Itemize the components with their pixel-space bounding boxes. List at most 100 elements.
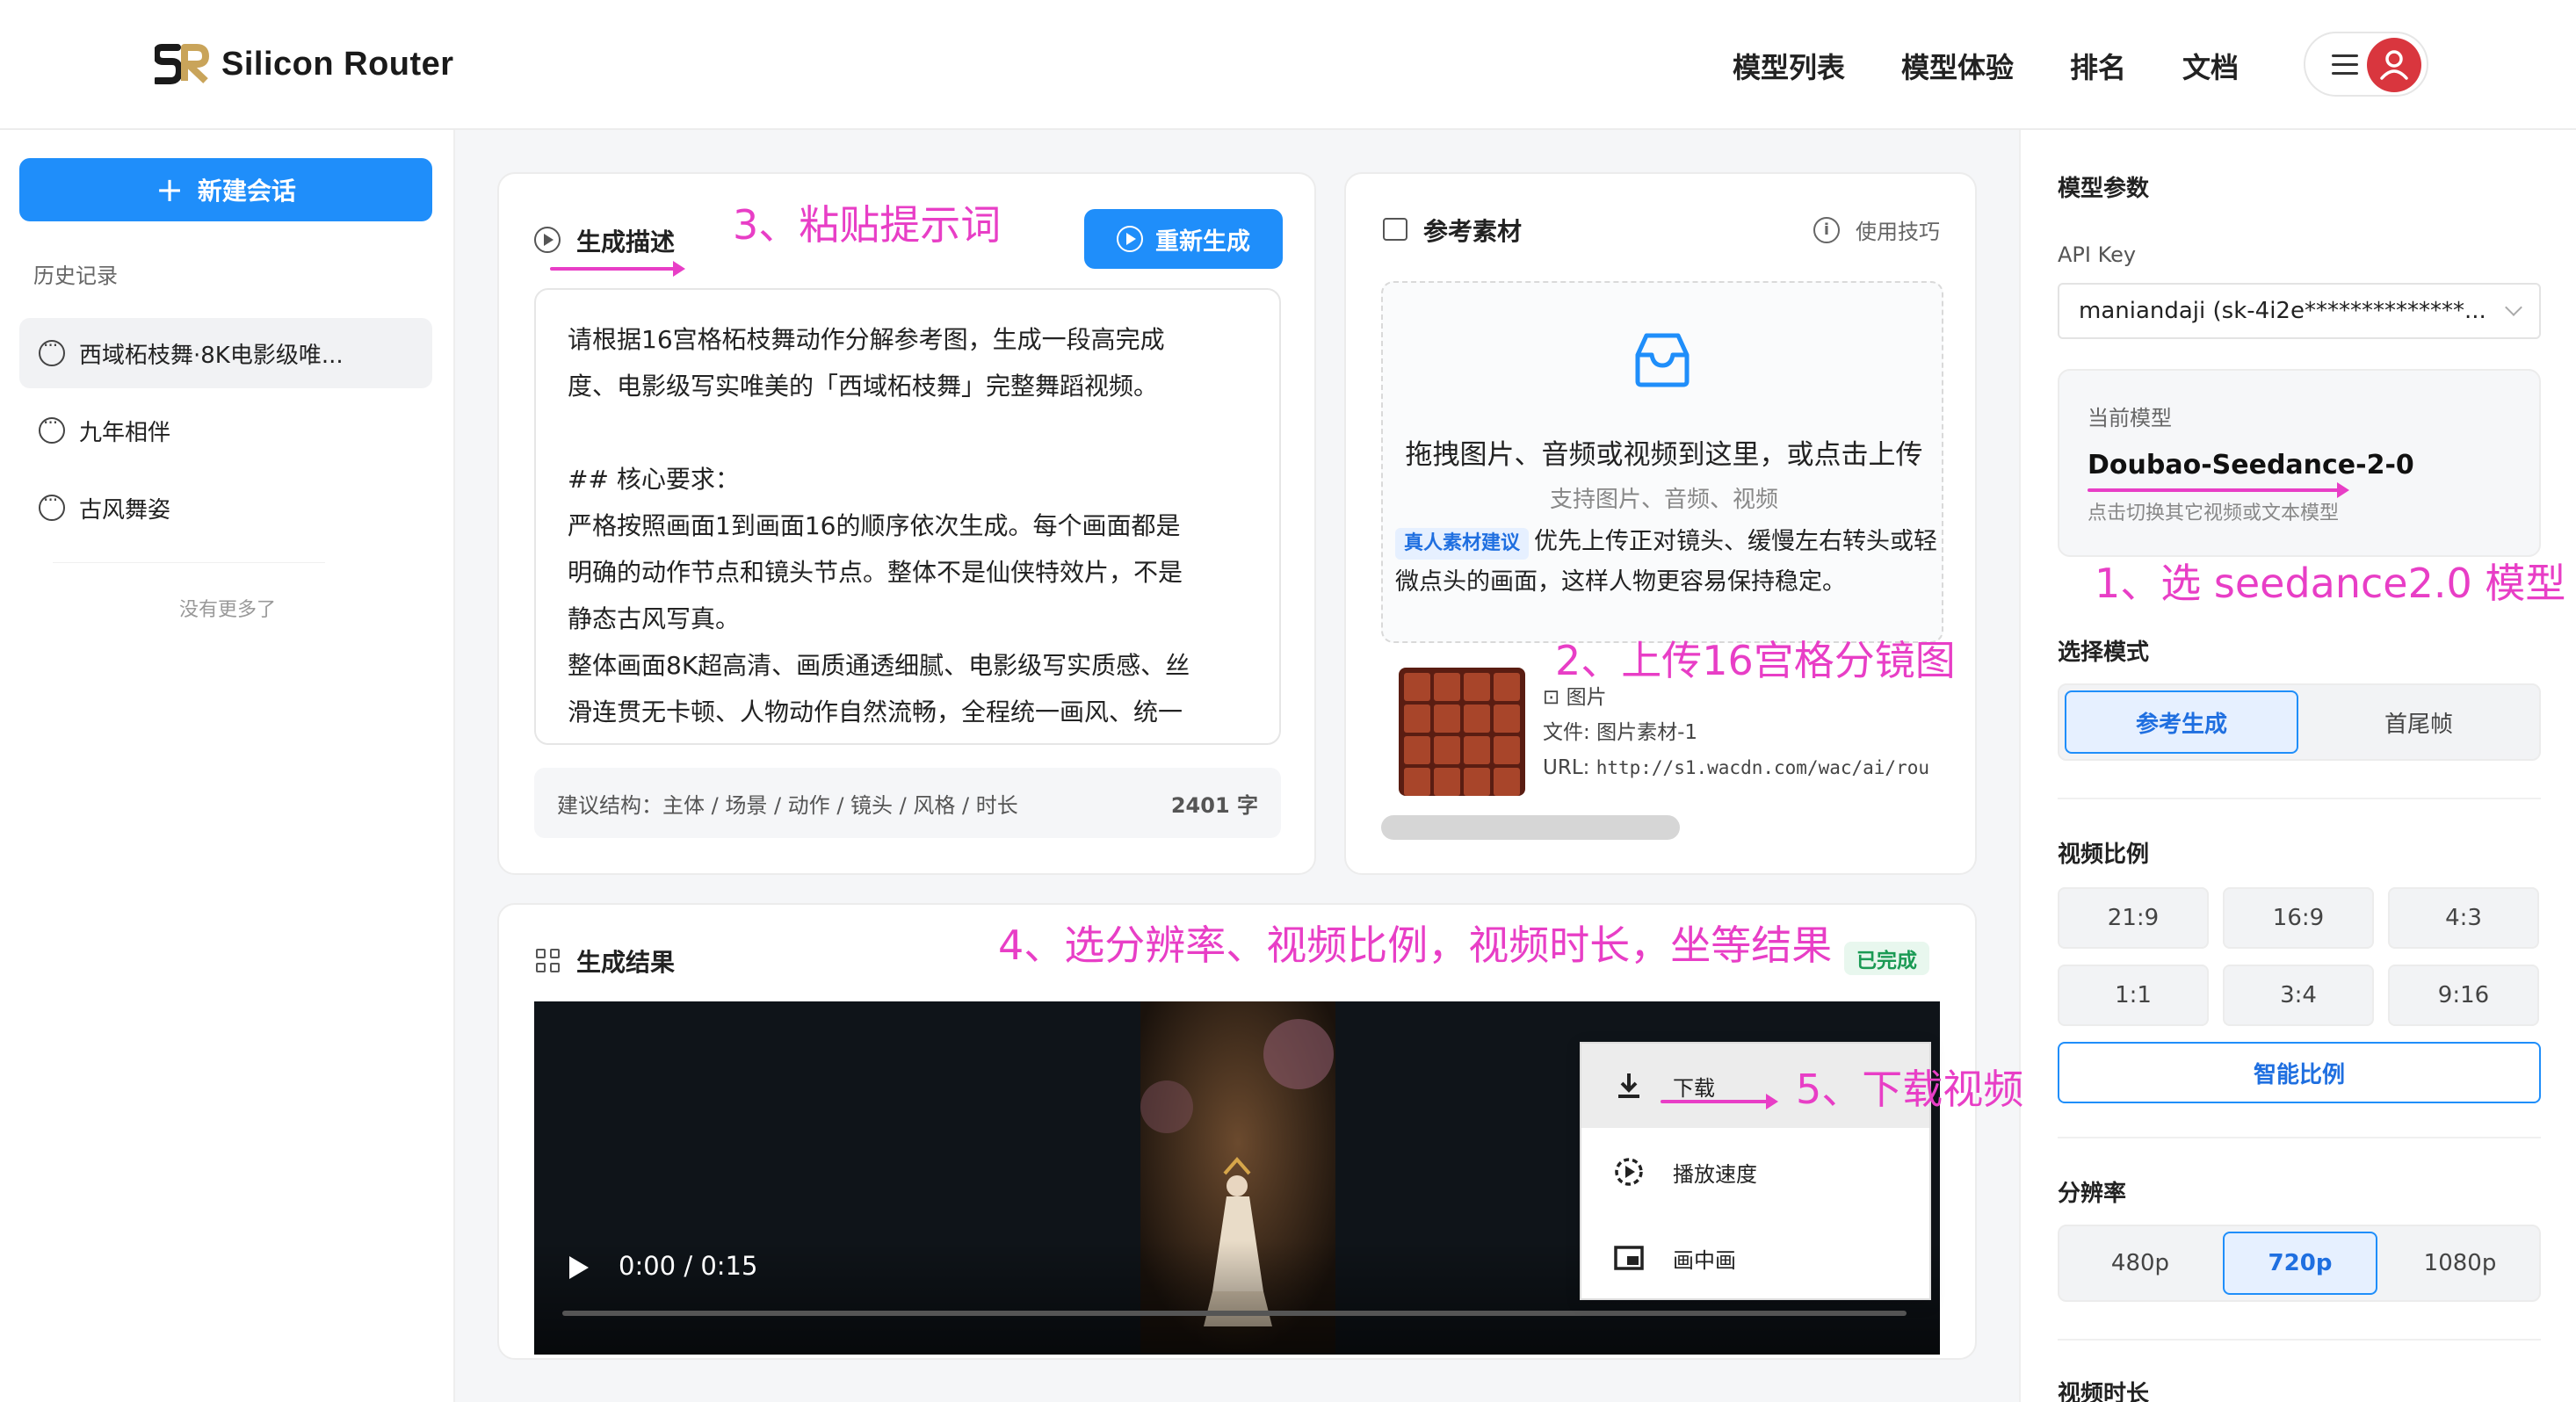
asset-url: http://s1.wacdn.com/wac/ai/rou: [1596, 757, 1929, 778]
duration-label: 视频时长: [2058, 1381, 2150, 1402]
asset-thumbnail: [1399, 668, 1525, 796]
annotation-arrow: [550, 261, 685, 277]
resolution-label: 分辨率: [2058, 1181, 2127, 1207]
history-sidebar: + 新建会话 历史记录 西域柘枝舞·8K电影级唯... 九年相伴 古风舞姿 没有…: [0, 130, 455, 1402]
top-header: Silicon Router 模型列表 模型体验 排名 文档: [0, 0, 2576, 130]
logo-mark-icon: [155, 44, 209, 84]
inbox-icon: [1383, 218, 1407, 241]
chat-bubble-icon: [39, 335, 65, 366]
resolution-480p[interactable]: 480p: [2065, 1232, 2216, 1295]
annotation-step-1: 1、选 seedance2.0 模型: [2095, 560, 2566, 607]
menu-playback-speed[interactable]: 播放速度: [1581, 1130, 1929, 1214]
ratio-option[interactable]: 3:4: [2223, 965, 2374, 1026]
chat-bubble-icon: [39, 412, 65, 444]
chat-bubble-icon: [39, 489, 65, 521]
horizontal-scrollbar[interactable]: [1381, 815, 1943, 840]
nav-docs[interactable]: 文档: [2182, 46, 2239, 86]
api-key-label: API Key: [2058, 242, 2137, 267]
ratio-option[interactable]: 9:16: [2388, 965, 2539, 1026]
info-icon: i: [1813, 216, 1840, 243]
user-menu-button[interactable]: [2304, 32, 2428, 97]
regenerate-button[interactable]: 重新生成: [1084, 209, 1283, 269]
playback-speed-icon: [1615, 1158, 1643, 1186]
description-title: 生成描述: [576, 228, 676, 257]
reference-card: 参考素材 i 使用技巧 拖拽图片、音频或视频到这里，或点击上传 支持图片、音频、…: [1344, 172, 1977, 875]
new-chat-label: 新建会话: [197, 177, 296, 206]
usage-tips-link[interactable]: i 使用技巧: [1813, 214, 1940, 245]
params-title: 模型参数: [2058, 176, 2150, 202]
asset-type: 图片: [1566, 686, 1607, 709]
image-icon: ⊡: [1543, 686, 1560, 709]
history-title: 历史记录: [33, 264, 118, 288]
prompt-text: 请根据16宫格柘枝舞动作分解参考图，生成一段高完成 度、电影级写实唯美的「西域柘…: [568, 325, 1190, 726]
annotation-step-5: 5、下载视频: [1796, 1066, 2024, 1113]
menu-pip-label: 画中画: [1673, 1247, 1736, 1273]
mode-label: 选择模式: [2058, 640, 2150, 666]
regenerate-label: 重新生成: [1155, 228, 1250, 256]
ratio-option[interactable]: 21:9: [2058, 887, 2209, 949]
api-key-select[interactable]: maniandaji (sk-4i2e**************...: [2058, 283, 2541, 339]
history-item-label: 西域柘枝舞·8K电影级唯...: [79, 342, 344, 369]
prompt-footer: 建议结构：主体 / 场景 / 动作 / 镜头 / 风格 / 时长 2401 字: [534, 768, 1281, 838]
divider: [2058, 1137, 2541, 1138]
brand-name: Silicon Router: [221, 45, 454, 83]
file-label: 文件:: [1543, 721, 1590, 744]
scrollbar-thumb[interactable]: [1381, 815, 1680, 840]
switch-model-hint: 点击切换其它视频或文本模型: [2088, 502, 2340, 524]
ratio-label: 视频比例: [2058, 842, 2150, 868]
nav-model-list[interactable]: 模型列表: [1733, 46, 1845, 86]
mode-first-last-frame[interactable]: 首尾帧: [2302, 690, 2536, 754]
description-card: 生成描述 重新生成 请根据16宫格柘枝舞动作分解参考图，生成一段高完成 度、电影…: [497, 172, 1316, 875]
real-person-tag: 真人素材建议: [1395, 528, 1530, 560]
avatar: [2367, 38, 2421, 92]
current-model-label: 当前模型: [2088, 406, 2172, 430]
no-more-text: 没有更多了: [178, 599, 276, 621]
status-badge: 已完成: [1844, 942, 1929, 975]
upload-dropzone[interactable]: 拖拽图片、音频或视频到这里，或点击上传 支持图片、音频、视频 真人素材建议 优先上…: [1381, 281, 1943, 643]
resolution-1080p[interactable]: 1080p: [2384, 1232, 2536, 1295]
hamburger-icon: [2332, 54, 2358, 76]
user-icon: [2380, 50, 2408, 80]
video-time: 0:00 / 0:15: [619, 1251, 758, 1281]
brand-logo[interactable]: Silicon Router: [155, 40, 454, 88]
resolution-selector: 480p 720p 1080p: [2058, 1225, 2541, 1302]
play-icon[interactable]: [569, 1256, 589, 1279]
history-item-label: 古风舞姿: [79, 496, 171, 524]
menu-picture-in-picture[interactable]: 画中画: [1581, 1216, 1929, 1300]
divider: [2058, 1339, 2541, 1341]
prompt-textarea[interactable]: 请根据16宫格柘枝舞动作分解参考图，生成一段高完成 度、电影级写实唯美的「西域柘…: [534, 288, 1281, 745]
mode-reference[interactable]: 参考生成: [2065, 690, 2298, 754]
history-item[interactable]: 古风舞姿: [19, 473, 432, 543]
mode-selector: 参考生成 首尾帧: [2058, 683, 2541, 761]
annotation-arrow: [1661, 1094, 1778, 1109]
history-item-label: 九年相伴: [79, 419, 171, 446]
url-label: URL:: [1543, 756, 1590, 779]
result-title: 生成结果: [576, 948, 676, 977]
nav-ranking[interactable]: 排名: [2070, 46, 2126, 86]
annotation-step-3: 3、粘贴提示词: [733, 201, 1002, 249]
video-progress[interactable]: [562, 1311, 1907, 1316]
smart-ratio-button[interactable]: 智能比例: [2058, 1042, 2541, 1103]
model-params-panel: 模型参数 API Key maniandaji (sk-4i2e********…: [2019, 130, 2576, 1402]
download-icon: [1618, 1073, 1639, 1098]
ratio-option[interactable]: 16:9: [2223, 887, 2374, 949]
api-key-value: maniandaji (sk-4i2e**************...: [2079, 298, 2486, 324]
reference-title: 参考素材: [1423, 217, 1523, 246]
upload-tip: 真人素材建议 优先上传正对镜头、缓慢左右转头或轻微点头的画面，这样人物更容易保持稳…: [1395, 522, 1940, 603]
resolution-720p[interactable]: 720p: [2223, 1232, 2377, 1295]
history-item[interactable]: 西域柘枝舞·8K电影级唯...: [19, 318, 432, 388]
nav-model-playground[interactable]: 模型体验: [1901, 46, 2014, 86]
history-item[interactable]: 九年相伴: [19, 395, 432, 466]
new-chat-button[interactable]: + 新建会话: [19, 158, 432, 221]
annotation-step-4: 4、选分辨率、视频比例，视频时长，坐等结果: [998, 921, 1833, 969]
usage-tips-label: 使用技巧: [1856, 220, 1940, 244]
divider: [2058, 798, 2541, 799]
current-model-box[interactable]: 当前模型 Doubao-Seedance-2-0 点击切换其它视频或文本模型: [2058, 369, 2541, 557]
file-name: 图片素材-1: [1596, 721, 1697, 744]
menu-download-label: 下载: [1673, 1075, 1715, 1101]
upload-inbox-icon: [1635, 333, 1690, 387]
ratio-option[interactable]: 1:1: [2058, 965, 2209, 1026]
picture-in-picture-icon: [1614, 1246, 1644, 1270]
ratio-option[interactable]: 4:3: [2388, 887, 2539, 949]
play-circle-icon: [534, 227, 561, 253]
